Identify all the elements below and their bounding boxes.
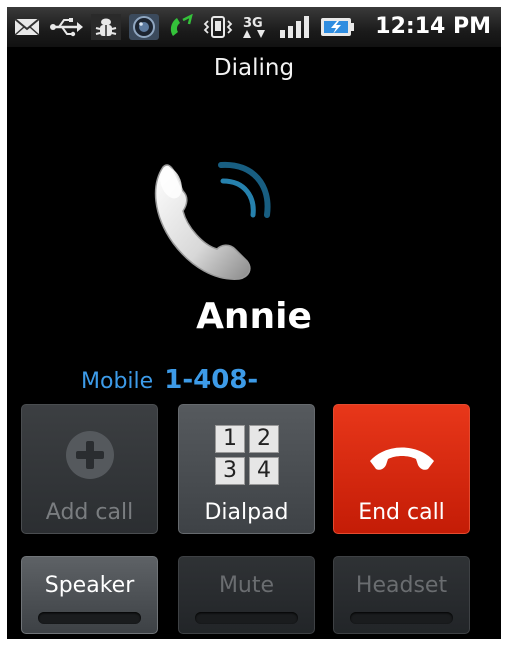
hang-up-icon [370, 447, 434, 470]
mute-indicator [195, 612, 298, 624]
add-icon [66, 431, 114, 479]
dialpad-label: Dialpad [204, 500, 289, 525]
add-call-label: Add call [45, 500, 134, 525]
call-in-progress-icon [170, 14, 193, 36]
status-bar: 3G 12:14 PM [7, 7, 501, 47]
headset-indicator [350, 612, 453, 624]
speaker-indicator [38, 612, 141, 624]
number-type-label: Mobile [81, 369, 154, 394]
mute-toggle[interactable]: Mute [178, 556, 315, 634]
debug-bug-icon [91, 14, 121, 40]
headset-toggle[interactable]: Headset [333, 556, 470, 634]
end-call-button[interactable]: End call [333, 404, 470, 534]
headset-label: Headset [355, 573, 448, 598]
phone-number: 1-408- [164, 365, 259, 395]
signal-strength-icon [280, 16, 309, 38]
usb-icon [50, 18, 83, 37]
dialpad-key: 2 [249, 425, 279, 453]
signal-wave-inner [220, 178, 256, 218]
battery-charging-icon [321, 18, 354, 36]
speaker-toggle[interactable]: Speaker [21, 556, 158, 634]
dialpad-icon: 1 2 3 4 [215, 425, 281, 487]
phone-handset-icon [154, 161, 271, 280]
vibrate-icon [203, 16, 233, 38]
status-bar-clock: 12:14 PM [375, 14, 491, 39]
dialpad-key: 3 [215, 457, 245, 485]
phone-screen: 3G 12:14 PM Dialing Annie Mobile 1-408- … [7, 7, 501, 639]
dialpad-key: 1 [215, 425, 245, 453]
3g-data-icon: 3G [243, 16, 265, 38]
mute-label: Mute [218, 573, 275, 598]
dialpad-button[interactable]: 1 2 3 4 Dialpad [178, 404, 315, 534]
dialpad-key: 4 [249, 457, 279, 485]
add-call-button[interactable]: Add call [21, 404, 158, 534]
end-call-label: End call [358, 500, 445, 525]
mail-icon [14, 18, 40, 36]
network-type-label: 3G [243, 16, 263, 31]
camera-icon [129, 14, 159, 40]
phone-number-line: Mobile 1-408- [81, 364, 258, 396]
call-state-label: Dialing [213, 55, 295, 81]
contact-name: Annie [196, 296, 312, 337]
speaker-label: Speaker [44, 573, 135, 598]
